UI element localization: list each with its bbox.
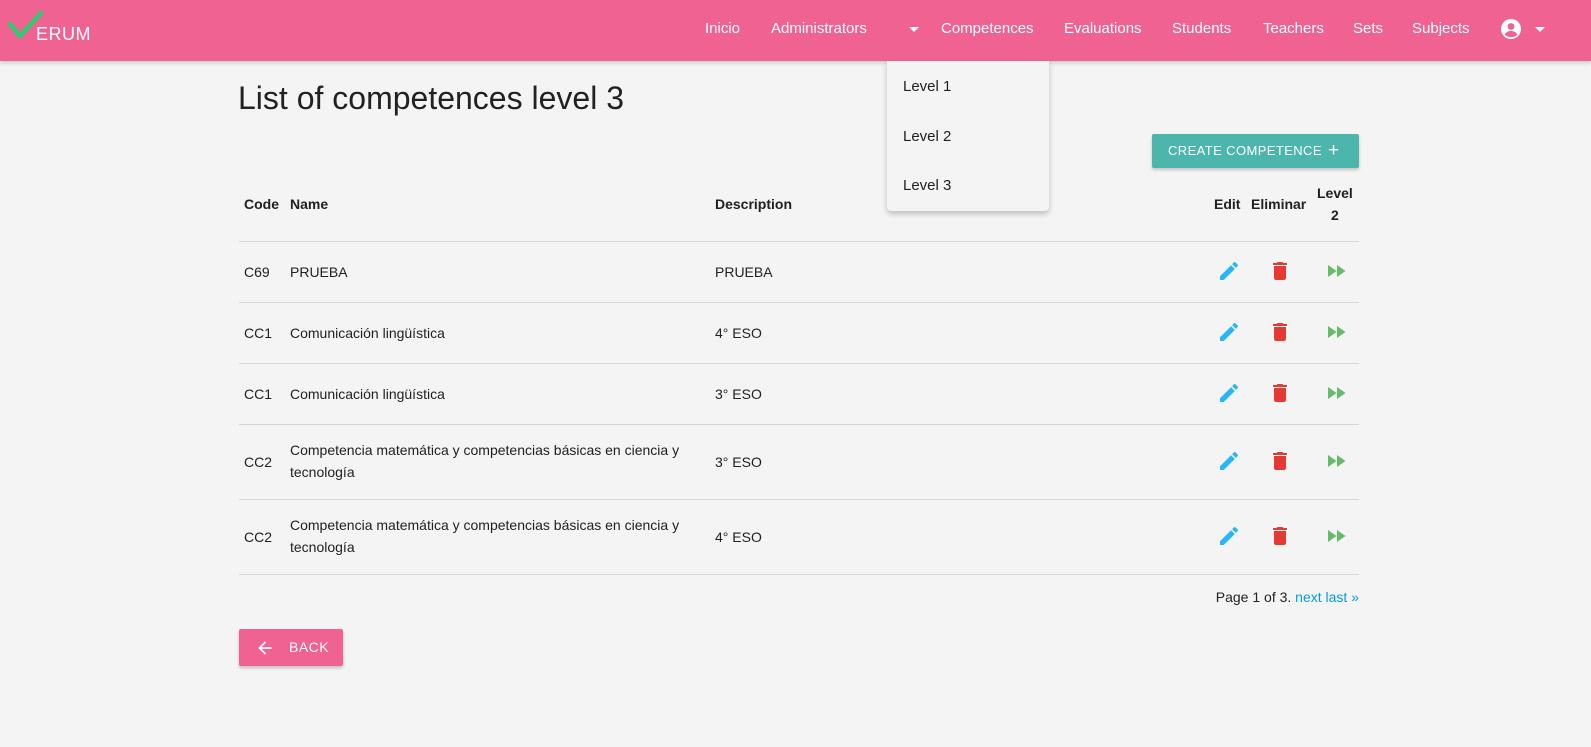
header-level-line2: 2: [1331, 207, 1339, 223]
nav-competences[interactable]: Competences: [941, 0, 1034, 61]
nav-teachers[interactable]: Teachers: [1263, 0, 1324, 61]
administrators-dropdown-caret-icon[interactable]: [909, 27, 919, 32]
level-fast-forward-icon[interactable]: [1324, 259, 1348, 283]
row-name: Comunicación lingüística: [290, 325, 445, 341]
table-row: CC2 Competencia matemática y competencia…: [239, 500, 1359, 575]
delete-trash-icon[interactable]: [1268, 449, 1292, 473]
row-description: 4° ESO: [715, 325, 762, 341]
dropdown-item-level-3[interactable]: Level 3: [903, 171, 951, 201]
pagination-text: Page 1 of 3.: [1215, 589, 1292, 605]
nav-students[interactable]: Students: [1172, 0, 1231, 61]
edit-pencil-icon[interactable]: [1217, 320, 1241, 344]
level-fast-forward-icon[interactable]: [1324, 381, 1348, 405]
dropdown-item-level-1[interactable]: Level 1: [903, 72, 951, 102]
delete-trash-icon[interactable]: [1268, 320, 1292, 344]
row-code: CC2: [244, 454, 273, 470]
edit-pencil-icon[interactable]: [1217, 524, 1241, 548]
edit-pencil-icon[interactable]: [1217, 449, 1241, 473]
row-code: C69: [244, 264, 270, 280]
row-name: Competencia matemática y competencias bá…: [290, 442, 680, 480]
header-description: Description: [715, 196, 793, 212]
row-name: Competencia matemática y competencias bá…: [290, 517, 680, 555]
row-description: 4° ESO: [715, 529, 762, 545]
row-code: CC1: [244, 325, 273, 341]
row-code: CC1: [244, 386, 273, 402]
nav-subjects[interactable]: Subjects: [1412, 0, 1470, 61]
table-row: CC1 Comunicación lingüística 3° ESO: [239, 364, 1359, 425]
nav-inicio[interactable]: Inicio: [705, 0, 740, 61]
nav-administrators[interactable]: Administrators: [771, 0, 867, 61]
row-description: 3° ESO: [715, 454, 762, 470]
verum-logo[interactable]: ERUM: [8, 10, 98, 50]
back-button[interactable]: BACK: [239, 629, 343, 666]
top-navbar: ERUM Inicio Administrators Competences E…: [0, 0, 1591, 61]
row-name: Comunicación lingüística: [290, 386, 445, 402]
logo-text: ERUM: [36, 24, 91, 44]
row-description: 3° ESO: [715, 386, 762, 402]
table-row: CC1 Comunicación lingüística 4° ESO: [239, 303, 1359, 364]
account-dropdown-caret-icon[interactable]: [1535, 27, 1545, 32]
arrow-left-icon: [258, 641, 272, 655]
row-code: CC2: [244, 529, 273, 545]
delete-trash-icon[interactable]: [1268, 259, 1292, 283]
level-fast-forward-icon[interactable]: [1324, 320, 1348, 344]
pagination-next-link[interactable]: next: [1295, 589, 1321, 605]
delete-trash-icon[interactable]: [1268, 381, 1292, 405]
pagination-last-link[interactable]: last »: [1326, 589, 1359, 605]
header-edit: Edit: [1214, 196, 1241, 212]
pagination: Page 1 of 3. next last »: [1100, 589, 1359, 605]
nav-sets[interactable]: Sets: [1353, 0, 1383, 61]
row-name: PRUEBA: [290, 264, 348, 280]
header-level-line1: Level: [1317, 185, 1353, 201]
header-delete: Eliminar: [1251, 196, 1307, 212]
header-code: Code: [244, 196, 279, 212]
delete-trash-icon[interactable]: [1268, 524, 1292, 548]
create-competence-label: CREATE COMPETENCE: [1168, 143, 1322, 158]
edit-pencil-icon[interactable]: [1217, 259, 1241, 283]
competences-dropdown-menu: Level 1 Level 2 Level 3: [887, 61, 1049, 211]
level-fast-forward-icon[interactable]: [1324, 449, 1348, 473]
dropdown-item-level-2[interactable]: Level 2: [903, 122, 951, 152]
account-circle-icon[interactable]: [1499, 17, 1523, 41]
back-label: BACK: [289, 639, 330, 655]
table-row: CC2 Competencia matemática y competencia…: [239, 425, 1359, 500]
table-row: C69 PRUEBA PRUEBA: [239, 242, 1359, 303]
nav-evaluations[interactable]: Evaluations: [1064, 0, 1142, 61]
row-description: PRUEBA: [715, 264, 773, 280]
edit-pencil-icon[interactable]: [1217, 381, 1241, 405]
level-fast-forward-icon[interactable]: [1324, 524, 1348, 548]
create-competence-button[interactable]: CREATE COMPETENCE +: [1152, 134, 1359, 168]
plus-icon: +: [1328, 140, 1340, 161]
header-name: Name: [290, 196, 329, 212]
page-title: List of competences level 3: [238, 80, 624, 116]
